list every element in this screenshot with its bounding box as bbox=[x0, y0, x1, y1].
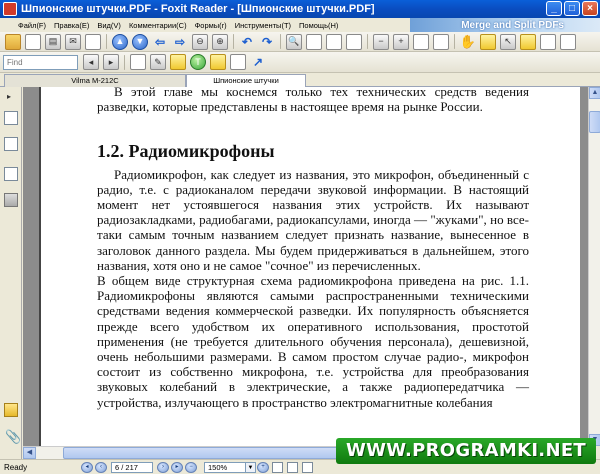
pen-tool-icon[interactable]: ✎ bbox=[150, 54, 166, 70]
menu-edit[interactable]: Правка(E) bbox=[50, 21, 93, 30]
email-icon[interactable]: ✉ bbox=[65, 33, 81, 50]
zoom-in-icon[interactable]: + bbox=[393, 33, 409, 50]
single-page-icon[interactable] bbox=[413, 33, 429, 50]
prev-page-button[interactable]: ‹ bbox=[95, 461, 107, 473]
open-icon[interactable] bbox=[5, 33, 21, 50]
print-icon[interactable]: ▤ bbox=[45, 33, 61, 50]
pdf-page: В этой главе мы коснемся только тех техн… bbox=[39, 87, 580, 446]
foxit-app-icon bbox=[3, 2, 17, 16]
text-box-icon[interactable]: T bbox=[190, 54, 206, 70]
zoom-in-page-icon[interactable]: ⊕ bbox=[212, 33, 228, 50]
pages-panel-icon[interactable] bbox=[4, 111, 18, 125]
zoom-tool-icon[interactable]: 🔍 bbox=[286, 33, 302, 50]
maximize-button[interactable]: □ bbox=[564, 1, 580, 16]
window-title: Шпионские штучки.PDF - Foxit Reader - [Ш… bbox=[21, 3, 375, 15]
toolbar-separator bbox=[233, 34, 234, 49]
menu-view[interactable]: Вид(V) bbox=[93, 21, 125, 30]
attachments-panel-icon[interactable]: 📎 bbox=[5, 429, 21, 444]
hand-tool-icon[interactable]: ✋ bbox=[460, 34, 476, 50]
page-number-input[interactable] bbox=[111, 461, 153, 473]
fit-page-icon[interactable] bbox=[306, 33, 322, 50]
toolbar-separator bbox=[106, 34, 107, 49]
page-content: В этой главе мы коснемся только тех техн… bbox=[97, 87, 529, 410]
toolbar-separator bbox=[367, 34, 368, 49]
highlight-icon[interactable] bbox=[170, 54, 186, 70]
arrow-tool-icon[interactable]: ↗ bbox=[250, 54, 266, 70]
scroll-up-button[interactable]: ▲ bbox=[589, 87, 600, 99]
panel-toggle-icon[interactable]: ▸ bbox=[7, 92, 11, 101]
next-page-button[interactable]: › bbox=[157, 461, 169, 473]
fit-width-icon[interactable] bbox=[326, 33, 342, 50]
paragraph-1: Радиомикрофон, как следует из названия, … bbox=[97, 166, 529, 273]
vertical-scrollbar[interactable]: ▲ ▼ bbox=[588, 87, 600, 446]
stamp-icon[interactable] bbox=[210, 54, 226, 70]
tab-spy-gadgets[interactable]: Шпионские штучки bbox=[186, 74, 306, 87]
menu-comments[interactable]: Комментарии(C) bbox=[125, 21, 191, 30]
find-toolbar: ◂ ▸ ✎ T ↗ bbox=[0, 52, 600, 73]
tab-vilma[interactable]: Vilma M-212C bbox=[4, 74, 186, 87]
first-page-button[interactable]: ◂ bbox=[81, 461, 93, 473]
menu-help[interactable]: Помощь(H) bbox=[295, 21, 342, 30]
document-viewport[interactable]: В этой главе мы коснемся только тех техн… bbox=[23, 87, 588, 446]
window-controls: _ □ × bbox=[546, 1, 598, 16]
rotate-left-icon[interactable]: ↶ bbox=[239, 34, 255, 50]
site-watermark: WWW.PROGRAMKI.NET bbox=[336, 438, 596, 464]
select-text-icon[interactable] bbox=[480, 33, 496, 50]
title-bar: Шпионские штучки.PDF - Foxit Reader - [Ш… bbox=[0, 0, 600, 18]
previous-page-icon[interactable]: ▼ bbox=[132, 33, 148, 50]
document-tabs: Vilma M-212C Шпионские штучки bbox=[0, 73, 600, 87]
facing-view-icon[interactable] bbox=[302, 461, 313, 473]
select-tool-icon[interactable]: ↖ bbox=[500, 33, 516, 50]
find-previous-icon[interactable]: ◂ bbox=[83, 54, 99, 70]
first-page-icon[interactable]: ▲ bbox=[112, 33, 128, 50]
layers-panel-icon[interactable] bbox=[4, 193, 18, 207]
paragraph-intro: В этой главе мы коснемся только тех техн… bbox=[97, 87, 529, 115]
bookmarks-panel-icon[interactable] bbox=[4, 137, 18, 151]
snapshot-icon[interactable] bbox=[520, 33, 536, 50]
zoom-out-icon[interactable]: − bbox=[373, 33, 389, 50]
signatures-panel-icon[interactable] bbox=[4, 167, 18, 181]
typewriter-icon[interactable] bbox=[540, 33, 556, 50]
zoom-dropdown-icon[interactable]: ▼ bbox=[246, 461, 256, 473]
section-heading: 1.2. Радиомикрофоны bbox=[97, 141, 275, 162]
status-text: Ready bbox=[4, 462, 28, 472]
forward-icon[interactable]: ⇨ bbox=[172, 34, 188, 50]
save-icon[interactable] bbox=[25, 33, 41, 50]
properties-icon[interactable] bbox=[85, 33, 101, 50]
menu-file[interactable]: Файл(F) bbox=[14, 21, 50, 30]
toolbar-separator bbox=[280, 34, 281, 49]
find-input[interactable] bbox=[3, 54, 78, 70]
paragraph-2: В общем виде структурная схема радиомикр… bbox=[97, 273, 529, 410]
fit-visible-icon[interactable] bbox=[346, 33, 362, 50]
find-next-icon[interactable]: ▸ bbox=[103, 54, 119, 70]
vertical-scroll-thumb[interactable] bbox=[589, 111, 600, 133]
menu-forms[interactable]: Формы(r) bbox=[191, 21, 231, 30]
zoom-out-button[interactable]: − bbox=[185, 461, 197, 473]
last-page-button[interactable]: ▸ bbox=[171, 461, 183, 473]
comments-panel-icon[interactable] bbox=[4, 403, 18, 417]
continuous-icon[interactable] bbox=[433, 33, 449, 50]
toolbar-separator bbox=[124, 54, 125, 70]
menu-tools[interactable]: Инструменты(T) bbox=[231, 21, 295, 30]
single-page-view-icon[interactable] bbox=[272, 461, 283, 473]
main-toolbar: ▤ ✉ ▲ ▼ ⇦ ⇨ ⊖ ⊕ ↶ ↷ 🔍 − + ✋ ↖ bbox=[0, 32, 600, 52]
attachment-tool-icon[interactable] bbox=[230, 54, 246, 70]
zoom-out-page-icon[interactable]: ⊖ bbox=[192, 33, 208, 50]
toolbar-separator bbox=[454, 34, 455, 49]
zoom-in-button[interactable]: + bbox=[257, 461, 269, 473]
back-icon[interactable]: ⇦ bbox=[152, 34, 168, 50]
minimize-button[interactable]: _ bbox=[546, 1, 562, 16]
comment-tool-icon[interactable] bbox=[560, 33, 576, 50]
rotate-right-icon[interactable]: ↷ bbox=[259, 34, 275, 50]
note-tool-icon[interactable] bbox=[130, 54, 146, 70]
merge-split-banner[interactable]: Merge and Split PDFs bbox=[410, 18, 600, 32]
navigation-panel: ▸ 📎 bbox=[0, 87, 22, 459]
continuous-view-icon[interactable] bbox=[287, 461, 298, 473]
zoom-input[interactable] bbox=[204, 461, 246, 473]
close-button[interactable]: × bbox=[582, 1, 598, 16]
scroll-left-button[interactable]: ◀ bbox=[23, 447, 36, 459]
